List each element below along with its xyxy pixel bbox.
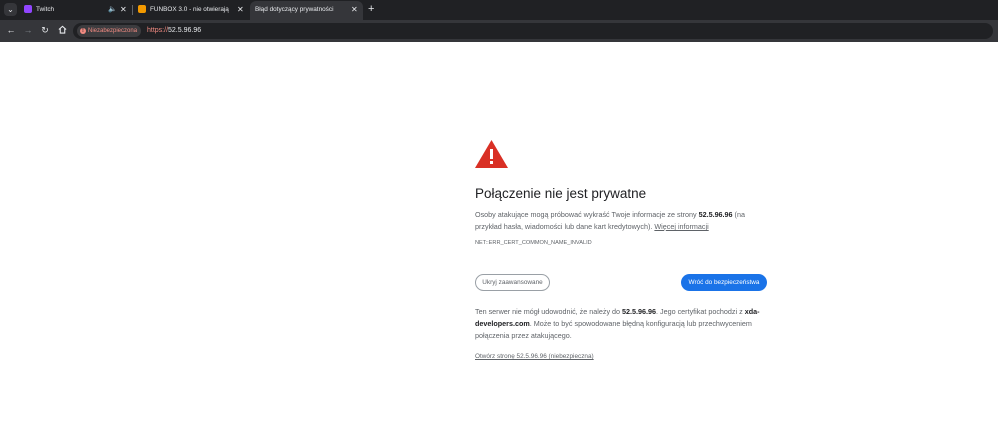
address-bar[interactable]: ! Niezabezpieczona https://52.5.96.96	[73, 23, 993, 39]
tab-title: FUNBOX 3.0 - nie otwierają się	[150, 6, 230, 13]
close-tab-icon[interactable]: ✕	[351, 1, 358, 18]
page-title: Połączenie nie jest prywatne	[475, 186, 647, 201]
home-button[interactable]	[56, 24, 68, 36]
toolbar: ← → ↻ ! Niezabezpieczona https://52.5.96.…	[0, 20, 998, 42]
security-label: Niezabezpieczona	[88, 28, 138, 34]
reload-icon: ↻	[41, 25, 49, 35]
reload-button[interactable]: ↻	[39, 24, 51, 36]
intro-prefix: Osoby atakujące mogą próbować wykraść Tw…	[475, 210, 699, 219]
proceed-unsafe-link[interactable]: Otwórz stronę 52.5.96.96 (niebezpieczna)	[475, 353, 594, 360]
back-to-safety-button[interactable]: Wróć do bezpieczeństwa	[681, 274, 767, 291]
close-tab-icon[interactable]: ✕	[237, 1, 244, 18]
arrow-right-icon: →	[23, 25, 33, 35]
twitch-icon	[24, 5, 32, 13]
browser-chrome: ⌄ Twitch 🔈 ✕ FUNBOX 3.0 - nie otwierają …	[0, 0, 998, 42]
tab-title: Twitch	[36, 6, 55, 13]
security-chip[interactable]: ! Niezabezpieczona	[77, 25, 142, 37]
warning-triangle-icon	[475, 140, 508, 168]
funbox-icon	[138, 5, 146, 13]
home-icon	[58, 25, 66, 34]
tab-title: Błąd dotyczący prywatności	[255, 6, 334, 13]
chevron-down-icon: ⌄	[7, 5, 14, 14]
advanced-details: Ten serwer nie mógł udowodnić, że należy…	[475, 306, 767, 342]
forward-button[interactable]: →	[22, 24, 34, 36]
arrow-left-icon: ←	[6, 25, 16, 35]
url-host: 52.5.96.96	[168, 27, 202, 34]
error-description: Osoby atakujące mogą próbować wykraść Tw…	[475, 209, 767, 233]
url-text[interactable]: https://52.5.96.96	[147, 23, 201, 39]
learn-more-link[interactable]: Więcej informacji	[654, 222, 708, 231]
hide-advanced-button[interactable]: Ukryj zaawansowane	[475, 274, 550, 291]
tab-twitch[interactable]: Twitch 🔈 ✕	[19, 1, 131, 20]
warning-icon: !	[80, 28, 86, 34]
tab-strip: ⌄ Twitch 🔈 ✕ FUNBOX 3.0 - nie otwierają …	[0, 0, 998, 20]
new-tab-button[interactable]: +	[368, 2, 374, 16]
speaker-icon[interactable]: 🔈	[108, 1, 117, 18]
back-button[interactable]: ←	[5, 24, 17, 36]
intro-host: 52.5.96.96	[698, 210, 733, 219]
details-prefix: Ten serwer nie mógł udowodnić, że należy…	[475, 307, 623, 316]
tab-search-button[interactable]: ⌄	[4, 3, 17, 16]
tab-funbox[interactable]: FUNBOX 3.0 - nie otwierają się ✕	[133, 1, 249, 20]
details-middle: . Jego certyfikat pochodzi z	[656, 307, 745, 316]
error-code: NET::ERR_CERT_COMMON_NAME_INVALID	[475, 240, 592, 246]
details-host: 52.5.96.96	[622, 307, 657, 316]
url-scheme: https://	[147, 27, 169, 34]
tab-privacy-error[interactable]: Błąd dotyczący prywatności ✕	[250, 1, 363, 20]
plus-icon: +	[368, 3, 375, 15]
close-tab-icon[interactable]: ✕	[120, 1, 127, 18]
